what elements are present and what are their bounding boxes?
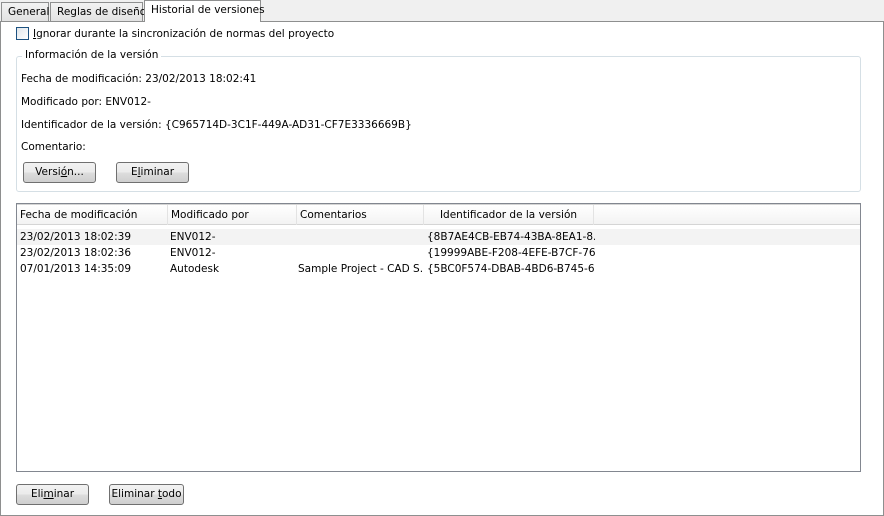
version-history-panel: Ignorar durante la sincronización de nor… <box>0 21 884 516</box>
tab-general[interactable]: General <box>1 2 49 22</box>
table-row[interactable]: 23/02/2013 18:02:39 ENV012- {8B7AE4CB-EB… <box>17 229 860 245</box>
delete-version-button[interactable]: Eliminar <box>116 162 189 183</box>
modified-by-label: Modificado por: ENV012- <box>21 96 151 108</box>
ignore-sync-checkbox[interactable] <box>16 27 29 40</box>
table-row[interactable]: 07/01/2013 14:35:09 Autodesk Sample Proj… <box>17 261 860 277</box>
column-header-version-id[interactable]: Identificador de la versión <box>424 205 594 225</box>
version-info-group: Información de la versión Fecha de modif… <box>16 49 861 192</box>
version-history-list[interactable]: Fecha de modificación Modificado por Com… <box>16 203 861 472</box>
table-row[interactable]: 23/02/2013 18:02:36 ENV012- {19999ABE-F2… <box>17 245 860 261</box>
version-id-label: Identificador de la versión: {C965714D-3… <box>21 119 412 131</box>
cell-version-id: {5BC0F574-DBAB-4BD6-B745-6... <box>427 263 595 275</box>
version-button[interactable]: Versión... <box>23 162 96 183</box>
cell-date: 23/02/2013 18:02:36 <box>20 247 132 259</box>
cell-date: 07/01/2013 14:35:09 <box>20 263 132 275</box>
modified-date-label: Fecha de modificación: 23/02/2013 18:02:… <box>21 73 257 85</box>
column-header-comments[interactable]: Comentarios <box>297 205 424 225</box>
delete-button[interactable]: Eliminar <box>16 484 89 505</box>
column-header-modified-by[interactable]: Modificado por <box>168 205 297 225</box>
delete-all-button[interactable]: Eliminar todo <box>109 484 184 505</box>
cell-version-id: {8B7AE4CB-EB74-43BA-8EA1-8... <box>427 231 595 243</box>
tab-version-history[interactable]: Historial de versiones <box>144 0 265 22</box>
column-header-modified-date[interactable]: Fecha de modificación <box>17 205 168 225</box>
cell-comment: Sample Project - CAD S... <box>298 263 423 275</box>
cell-user: ENV012- <box>170 231 216 243</box>
cell-version-id: {19999ABE-F208-4EFE-B7CF-76... <box>427 247 595 259</box>
version-info-title: Información de la versión <box>22 49 162 61</box>
cell-date: 23/02/2013 18:02:39 <box>20 231 132 243</box>
ignore-sync-checkbox-row[interactable]: Ignorar durante la sincronización de nor… <box>16 27 334 40</box>
cell-user: ENV012- <box>170 247 216 259</box>
comment-label: Comentario: <box>21 141 86 153</box>
tab-design-rules[interactable]: Reglas de diseño <box>50 2 146 22</box>
tab-strip: General Reglas de diseño Historial de ve… <box>0 0 884 22</box>
cell-user: Autodesk <box>170 263 220 275</box>
ignore-sync-label: Ignorar durante la sincronización de nor… <box>33 27 335 40</box>
list-header: Fecha de modificación Modificado por Com… <box>17 204 860 225</box>
